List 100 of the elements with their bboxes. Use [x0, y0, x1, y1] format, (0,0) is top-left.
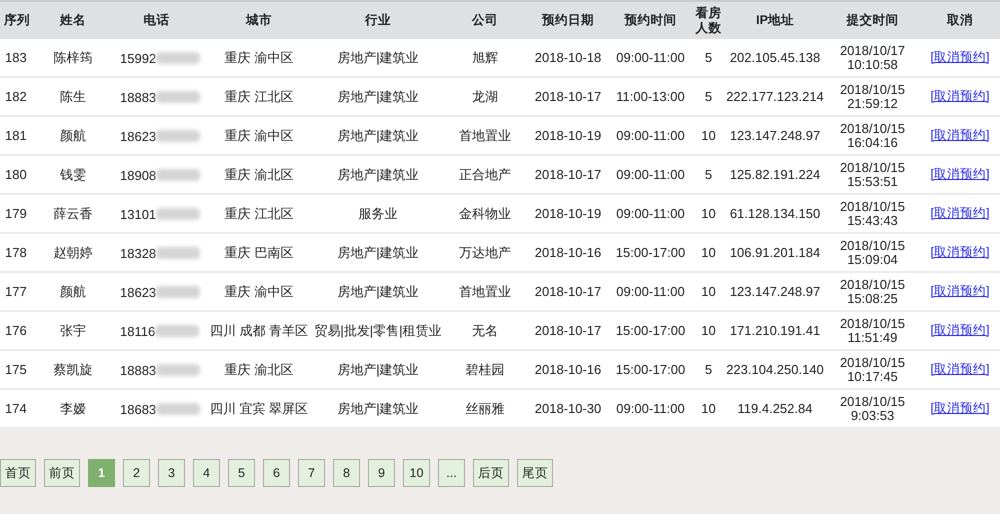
page-number-button[interactable]: 3	[158, 459, 185, 487]
pagination-button[interactable]: 首页	[0, 459, 36, 487]
table-cell: 重庆 渝中区	[205, 39, 313, 77]
blur-mask	[156, 91, 200, 104]
page-number-button[interactable]: 10	[403, 459, 430, 487]
table-cell: 125.82.191.224	[725, 155, 825, 194]
cancel-link[interactable]: [取消预约]	[930, 89, 990, 103]
cancel-link[interactable]: [取消预约]	[930, 284, 990, 298]
page-number-button[interactable]: ...	[438, 459, 465, 487]
timestamp-line: 2018/10/15	[838, 316, 906, 330]
table-cell: 房地产|建筑业	[313, 272, 443, 311]
column-header: IP地址	[725, 1, 825, 39]
cancel-link[interactable]: [取消预约]	[930, 50, 990, 64]
phone-number: 18623	[120, 128, 156, 144]
timestamp-line: 21:59:12	[846, 96, 899, 110]
table-cell: 171.210.191.41	[725, 311, 825, 350]
timestamp-line: 15:53:51	[846, 174, 899, 188]
column-header: 取消	[920, 1, 1000, 39]
timestamp-line: 2018/10/17	[838, 44, 906, 58]
page-number-button[interactable]: 4	[193, 459, 220, 487]
table-cell: 181	[0, 116, 38, 155]
table-cell: 2018-10-18	[527, 39, 609, 77]
table-cell: 119.4.252.84	[725, 389, 825, 428]
table-cell: 万达地产	[443, 233, 527, 272]
table-cell: 176	[0, 311, 38, 350]
timestamp-line: 10:10:58	[846, 58, 899, 72]
table-cell: 金科物业	[443, 194, 527, 233]
column-header: 序列	[0, 1, 38, 39]
cancel-link[interactable]: [取消预约]	[930, 206, 990, 220]
page-number-button[interactable]: 7	[298, 459, 325, 487]
table-cell: 179	[0, 194, 38, 233]
page-number-button[interactable]: 5	[228, 459, 255, 487]
table-cell: 丝丽雅	[443, 389, 527, 428]
column-header: 行业	[313, 1, 443, 39]
blur-mask	[156, 403, 200, 416]
timestamp-line: 2018/10/15	[838, 356, 906, 370]
table-cell: 10	[692, 311, 725, 350]
cancel-link[interactable]: [取消预约]	[930, 128, 990, 142]
table-cell: 蔡凯旋	[38, 350, 108, 389]
page-number-button[interactable]: 8	[333, 459, 360, 487]
table-cell: 183	[0, 39, 38, 77]
timestamp-line: 15:08:25	[846, 292, 899, 306]
timestamp-line: 2018/10/15	[838, 160, 906, 174]
cancel-link[interactable]: [取消预约]	[930, 245, 990, 259]
table-cell: 223.104.250.140	[725, 350, 825, 389]
table-cell: 11:00-13:00	[609, 77, 692, 116]
timestamp-line: 2018/10/15	[838, 122, 906, 136]
phone-number: 18683	[120, 402, 156, 417]
page-number-button[interactable]: 2	[123, 459, 150, 487]
table-cell: 重庆 渝中区	[205, 116, 313, 155]
table-cell: 无名	[443, 311, 527, 350]
table-cell: 重庆 江北区	[205, 77, 313, 116]
table-cell: 5	[692, 350, 725, 389]
cancel-link[interactable]: [取消预约]	[930, 401, 990, 415]
table-cell: 177	[0, 272, 38, 311]
cancel-link[interactable]: [取消预约]	[930, 323, 990, 337]
table-cell: 123.147.248.97	[725, 116, 825, 155]
table-cell: 15:00-17:00	[609, 311, 692, 350]
timestamp-line: 16:04:16	[846, 136, 899, 150]
table-cell: 15:00-17:00	[609, 233, 692, 272]
table-cell: 李嫒	[38, 389, 108, 428]
blur-mask	[156, 52, 200, 64]
table-cell: 09:00-11:00	[609, 116, 692, 155]
table-cell: 09:00-11:00	[609, 194, 692, 233]
timestamp-line: 2018/10/15	[838, 238, 906, 252]
blur-mask	[155, 325, 200, 338]
table-cell: 服务业	[313, 194, 443, 233]
table-cell: 175	[0, 350, 38, 389]
phone-number: 18328	[120, 246, 156, 261]
table-cell: 重庆 巴南区	[205, 233, 313, 272]
table-cell: 5	[692, 155, 725, 194]
table-cell: 薛云香	[38, 194, 108, 233]
table-cell: 09:00-11:00	[609, 389, 692, 428]
pagination-button[interactable]: 前页	[44, 459, 80, 487]
page-number-button[interactable]: 9	[368, 459, 395, 487]
table-cell: 张宇	[38, 311, 108, 350]
table-cell: 颜航	[38, 272, 108, 311]
table-cell: 钱雯	[38, 155, 108, 194]
table-cell: 2018-10-16	[527, 233, 609, 272]
table-cell: 123.147.248.97	[725, 272, 825, 311]
table-cell: 首地置业	[443, 272, 527, 311]
table-cell: 09:00-11:00	[609, 272, 692, 311]
cancel-link[interactable]: [取消预约]	[930, 362, 990, 376]
table-cell: 房地产|建筑业	[313, 233, 443, 272]
cancel-link[interactable]: [取消预约]	[930, 167, 990, 181]
phone-number: 15992	[120, 50, 156, 66]
pagination-button[interactable]: 尾页	[517, 459, 553, 487]
phone-number: 18883	[120, 90, 156, 105]
page-number-button[interactable]: 6	[263, 459, 290, 487]
table-cell: 5	[692, 77, 725, 116]
blur-mask	[156, 286, 200, 298]
table-cell: 颜航	[38, 116, 108, 155]
table-cell: 房地产|建筑业	[313, 39, 443, 77]
table-cell: 2018-10-17	[527, 272, 609, 311]
table-cell: 四川 成都 青羊区	[205, 311, 313, 350]
phone-number: 18623	[120, 284, 156, 300]
phone-number: 18116	[120, 324, 156, 339]
table-cell: 178	[0, 233, 38, 272]
pagination-button[interactable]: 后页	[473, 459, 509, 487]
table-cell: 2018-10-30	[527, 389, 609, 428]
